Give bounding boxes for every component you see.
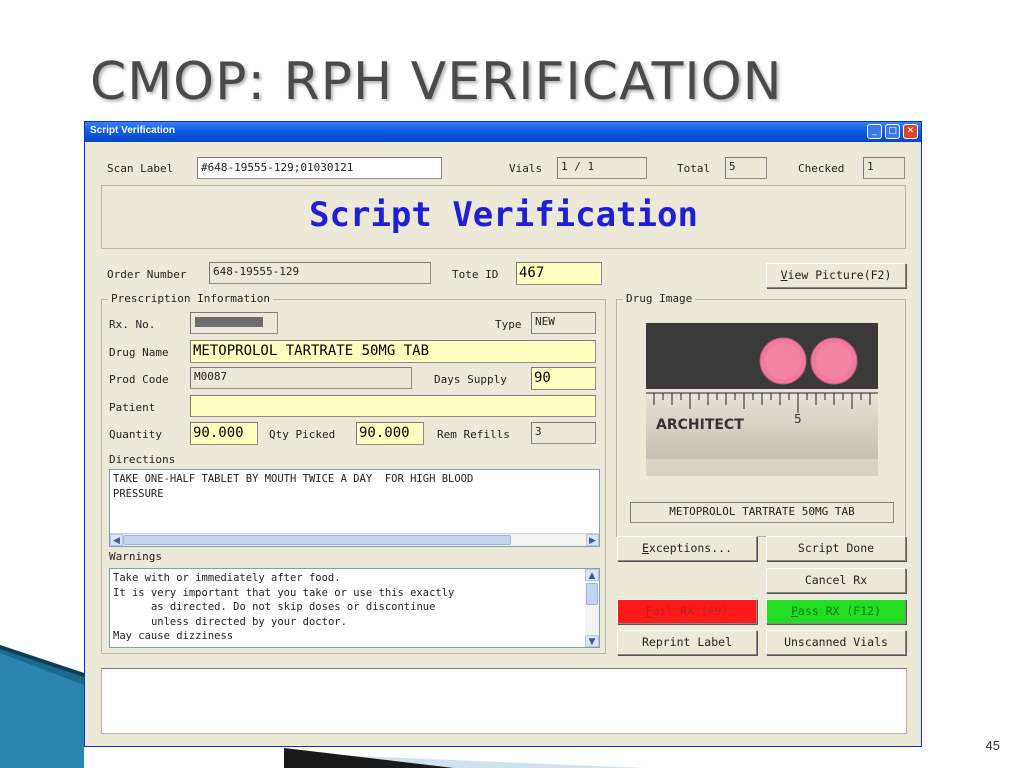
vials-field: 1 / 1 <box>557 157 647 179</box>
slide-title: CMOP: RPH VERIFICATION <box>90 52 783 112</box>
patient-label: Patient <box>109 401 156 414</box>
drug-name-label: Drug Name <box>109 346 169 359</box>
drug-image-legend: Drug Image <box>623 292 696 305</box>
redacted-rx-number <box>195 317 263 327</box>
close-icon: ✕ <box>906 126 915 136</box>
rx-no-label: Rx. No. <box>109 318 156 331</box>
exceptions-button[interactable]: Exceptions... <box>617 536 757 561</box>
close-button[interactable]: ✕ <box>903 124 918 139</box>
slide-decoration-left <box>0 645 84 768</box>
drug-photo: ARCHITECT 5 <box>646 323 878 476</box>
tote-id-label: Tote ID <box>452 268 499 281</box>
order-number-field: 648-19555-129 <box>209 262 431 284</box>
scroll-up-icon[interactable]: ▲ <box>585 569 599 581</box>
quantity-label: Quantity <box>109 428 162 441</box>
directions-label: Directions <box>109 453 176 466</box>
unscanned-vials-button[interactable]: Unscanned Vials <box>766 630 906 655</box>
ruler-number: 5 <box>794 412 802 426</box>
scroll-left-icon[interactable]: ◀ <box>110 534 123 546</box>
minimize-icon: _ <box>872 126 877 136</box>
quantity-field: 90.000 <box>190 422 258 445</box>
pass-rx-hotkey: P <box>790 604 798 618</box>
drug-name-field: METOPROLOL TARTRATE 50MG TAB <box>190 340 596 363</box>
maximize-icon: □ <box>888 126 897 136</box>
type-label: Type <box>495 318 522 331</box>
ruler-brand-text: ARCHITECT <box>656 417 744 433</box>
script-done-button[interactable]: Script Done <box>766 536 906 561</box>
scroll-right-icon[interactable]: ▶ <box>586 534 599 546</box>
minimize-button[interactable]: _ <box>867 124 882 139</box>
view-picture-hotkey: V <box>780 268 788 282</box>
exceptions-hotkey: E <box>641 541 649 555</box>
total-label: Total <box>677 162 711 175</box>
scan-label-label: Scan Label <box>107 162 174 175</box>
directions-horizontal-scrollbar[interactable]: ◀ ▶ <box>110 533 599 546</box>
fail-rx-label: ail RX (F9) <box>652 604 729 618</box>
prescription-information-legend: Prescription Information <box>108 292 273 305</box>
warnings-label: Warnings <box>109 550 162 563</box>
slide-decoration-bottom <box>284 748 644 768</box>
script-verification-window: Script Verification _ □ ✕ Scan Label #64… <box>84 121 922 747</box>
order-number-label: Order Number <box>107 268 187 281</box>
exceptions-label: xceptions... <box>648 541 733 555</box>
warnings-textarea[interactable]: Take with or immediately after food. It … <box>109 568 600 648</box>
banner-title: Script Verification <box>309 195 698 235</box>
reprint-label-button[interactable]: Reprint Label <box>617 630 757 655</box>
total-field: 5 <box>725 157 767 179</box>
qty-picked-field: 90.000 <box>356 422 424 445</box>
pass-rx-button[interactable]: Pass RX (F12) <box>766 599 906 624</box>
cancel-rx-button[interactable]: Cancel Rx <box>766 568 906 593</box>
drug-image-caption: METOPROLOL TARTRATE 50MG TAB <box>630 502 894 523</box>
patient-field <box>190 395 596 417</box>
banner: Script Verification <box>101 185 906 249</box>
scan-label-input[interactable]: #648-19555-129;01030121 <box>197 157 442 179</box>
days-supply-field: 90 <box>531 367 596 390</box>
prod-code-label: Prod Code <box>109 373 169 386</box>
type-field: NEW <box>531 312 596 334</box>
fail-rx-button[interactable]: Fail RX (F9) <box>617 599 757 624</box>
vials-label: Vials <box>509 162 543 175</box>
checked-field: 1 <box>863 157 905 179</box>
page-number: 45 <box>985 738 1000 753</box>
warnings-vertical-scrollbar[interactable]: ▲ ▼ <box>585 569 599 647</box>
rem-refills-label: Rem Refills <box>437 428 510 441</box>
rem-refills-field: 3 <box>531 422 596 444</box>
window-title: Script Verification <box>90 125 176 136</box>
qty-picked-label: Qty Picked <box>269 428 336 441</box>
prod-code-field: M0087 <box>190 367 412 389</box>
message-panel <box>101 668 907 734</box>
checked-label: Checked <box>798 162 845 175</box>
directions-scroll-thumb[interactable] <box>123 535 511 545</box>
days-supply-label: Days Supply <box>434 373 507 386</box>
view-picture-label: iew Picture(F2) <box>787 268 892 282</box>
warnings-scroll-thumb[interactable] <box>586 583 598 605</box>
window-titlebar[interactable]: Script Verification _ □ ✕ <box>85 122 921 142</box>
scroll-down-icon[interactable]: ▼ <box>585 635 599 647</box>
view-picture-button[interactable]: View Picture(F2) <box>766 263 906 288</box>
rx-no-field <box>190 312 278 334</box>
maximize-button[interactable]: □ <box>885 124 900 139</box>
tote-id-field: 467 <box>516 262 602 285</box>
pass-rx-label: ass RX (F12) <box>797 604 882 618</box>
